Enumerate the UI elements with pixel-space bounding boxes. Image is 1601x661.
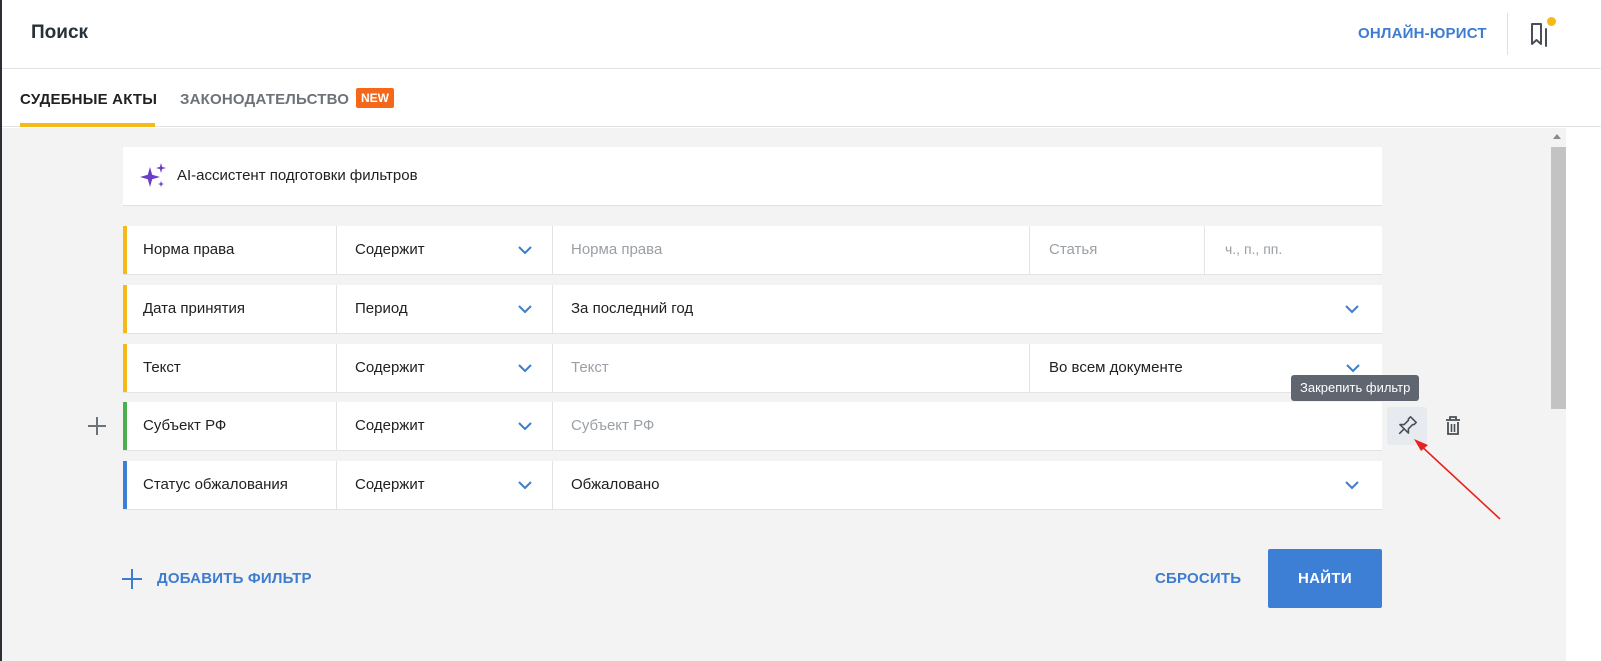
chevron-down-icon: [1345, 481, 1359, 490]
header: Поиск ОНЛАЙН-ЮРИСТ: [2, 0, 1601, 69]
operator-select[interactable]: Содержит: [339, 344, 553, 392]
ai-assistant-bar[interactable]: AI-ассистент подготовки фильтров: [123, 147, 1382, 206]
operator-value: Содержит: [355, 476, 425, 493]
chevron-down-icon: [518, 364, 532, 373]
operator-value: Содержит: [355, 241, 425, 258]
filter-field[interactable]: Текст: [127, 344, 337, 392]
filter-field[interactable]: Дата принятия: [127, 285, 337, 333]
period-value: За последний год: [571, 300, 694, 317]
filter-row-date: Дата принятия Период За последний год: [123, 285, 1382, 334]
chevron-down-icon: [518, 246, 532, 255]
online-lawyer-link[interactable]: ОНЛАЙН-ЮРИСТ: [1358, 25, 1487, 42]
tab-court-acts[interactable]: СУДЕБНЫЕ АКТЫ: [20, 91, 157, 108]
scroll-up-icon[interactable]: [1553, 134, 1561, 139]
operator-select[interactable]: Период: [339, 285, 553, 333]
appeal-status-select[interactable]: Обжаловано: [555, 461, 1382, 509]
article-placeholder: Статья: [1049, 241, 1098, 258]
norm-input[interactable]: Норма права: [555, 226, 1029, 274]
page-title: Поиск: [31, 22, 89, 43]
appeal-status-value: Обжаловано: [571, 476, 660, 493]
scope-value: Во всем документе: [1049, 359, 1183, 376]
region-placeholder: Субъект РФ: [571, 417, 655, 434]
part-input[interactable]: ч., п., пп.: [1206, 226, 1382, 274]
filter-field-label: Субъект РФ: [143, 417, 227, 434]
article-input[interactable]: Статья: [1029, 226, 1205, 274]
operator-value: Период: [355, 300, 408, 317]
region-input[interactable]: Субъект РФ: [555, 402, 1382, 450]
filter-field[interactable]: Статус обжалования: [127, 461, 337, 509]
right-margin: [1566, 128, 1601, 661]
notification-dot: [1547, 17, 1556, 26]
text-placeholder: Текст: [571, 359, 609, 376]
filter-row-appeal: Статус обжалования Содержит Обжаловано: [123, 461, 1382, 510]
filter-field-label: Норма права: [143, 241, 235, 258]
operator-select[interactable]: Содержит: [339, 461, 553, 509]
scrollbar-thumb[interactable]: [1551, 147, 1566, 409]
operator-select[interactable]: Содержит: [339, 226, 553, 274]
chevron-down-icon: [518, 422, 532, 431]
header-divider: [1507, 13, 1508, 55]
operator-select[interactable]: Содержит: [339, 402, 553, 450]
filter-field-label: Статус обжалования: [143, 476, 288, 493]
filter-field-label: Текст: [143, 359, 181, 376]
sparkles-icon: [140, 163, 166, 187]
reset-button[interactable]: СБРОСИТЬ: [1155, 570, 1241, 587]
operator-value: Содержит: [355, 417, 425, 434]
filter-row-norm: Норма права Содержит Норма права Статья …: [123, 226, 1382, 275]
operator-value: Содержит: [355, 359, 425, 376]
chevron-down-icon: [518, 481, 532, 490]
filter-field[interactable]: Норма права: [127, 226, 337, 274]
filter-row-text: Текст Содержит Текст Во всем документе: [123, 344, 1382, 393]
filter-field[interactable]: Субъект РФ: [127, 402, 337, 450]
chevron-down-icon: [518, 305, 532, 314]
chevron-down-icon: [1346, 364, 1360, 373]
tab-legislation[interactable]: ЗАКОНОДАТЕЛЬСТВО: [180, 91, 349, 108]
find-button[interactable]: НАЙТИ: [1268, 549, 1382, 608]
period-select[interactable]: За последний год: [555, 285, 1382, 333]
new-badge: NEW: [356, 88, 394, 108]
part-placeholder: ч., п., пп.: [1225, 241, 1283, 257]
plus-icon: [122, 569, 142, 589]
ai-assistant-label: AI-ассистент подготовки фильтров: [177, 167, 418, 184]
norm-placeholder: Норма права: [571, 241, 663, 258]
filter-row-region: Субъект РФ Содержит Субъект РФ: [123, 402, 1382, 451]
add-condition-icon[interactable]: [86, 415, 108, 437]
chevron-down-icon: [1345, 305, 1359, 314]
annotation-arrow: [1414, 439, 1501, 520]
text-input[interactable]: Текст: [555, 344, 1029, 392]
filter-field-label: Дата принятия: [143, 300, 246, 317]
add-filter-label: ДОБАВИТЬ ФИЛЬТР: [157, 570, 312, 587]
search-tabs: СУДЕБНЫЕ АКТЫ ЗАКОНОДАТЕЛЬСТВО NEW: [2, 69, 1601, 127]
active-tab-underline: [20, 123, 155, 127]
pin-filter-tooltip: Закрепить фильтр: [1291, 375, 1420, 401]
